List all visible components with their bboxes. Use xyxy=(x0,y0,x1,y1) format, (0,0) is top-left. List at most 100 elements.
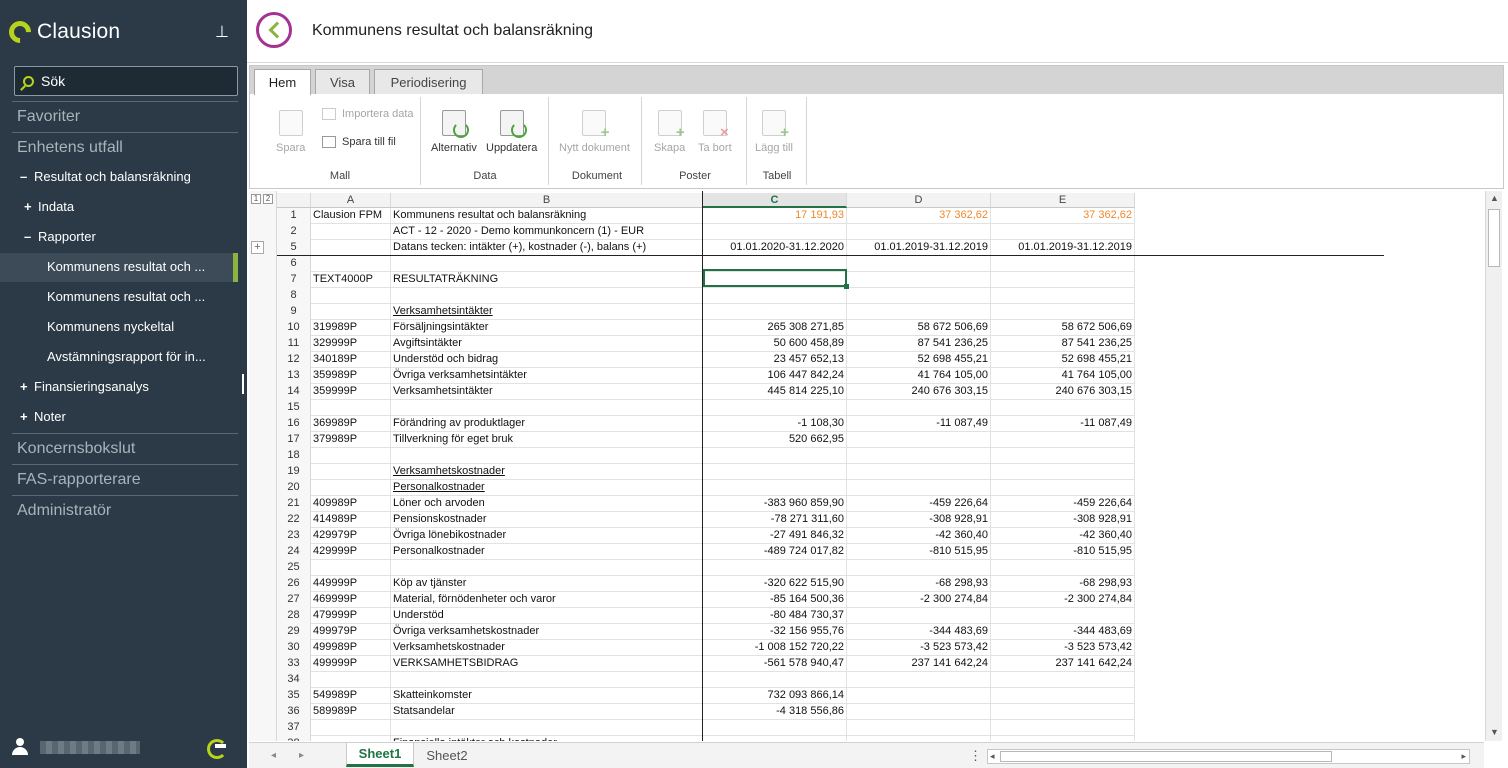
cell-e[interactable] xyxy=(991,704,1135,720)
sidebar-item-resultat[interactable]: – Resultat och balansräkning xyxy=(20,169,191,184)
cell-a[interactable]: TEXT4000P xyxy=(311,272,391,288)
cell-a[interactable] xyxy=(311,304,391,320)
cell-a[interactable]: 319989P xyxy=(311,320,391,336)
row-header[interactable]: 6 xyxy=(277,256,311,272)
column-header-d[interactable]: D xyxy=(847,193,991,208)
cell-c[interactable]: -32 156 955,76 xyxy=(703,624,847,640)
sheet-tab-sheet2[interactable]: Sheet2 xyxy=(414,743,480,767)
cell-b[interactable]: Tillverkning för eget bruk xyxy=(391,432,703,448)
cell-e[interactable] xyxy=(991,432,1135,448)
row-header[interactable]: 15 xyxy=(277,400,311,416)
cell-b[interactable]: Övriga verksamhetsintäkter xyxy=(391,368,703,384)
cell-e[interactable]: 240 676 303,15 xyxy=(991,384,1135,400)
cell-d[interactable]: -42 360,40 xyxy=(847,528,991,544)
ta-bort-button[interactable]: Ta bort xyxy=(698,110,732,154)
cell-d[interactable] xyxy=(847,704,991,720)
cell-d[interactable]: 41 764 105,00 xyxy=(847,368,991,384)
row-header[interactable]: 16 xyxy=(277,416,311,432)
cell-e[interactable] xyxy=(991,256,1135,272)
row-header[interactable]: 7 xyxy=(277,272,311,288)
cell-d[interactable] xyxy=(847,224,991,240)
cell-e[interactable]: 87 541 236,25 xyxy=(991,336,1135,352)
vertical-scroll-thumb[interactable] xyxy=(1488,209,1500,267)
column-header-e[interactable]: E xyxy=(991,193,1135,208)
cell-a[interactable]: 429999P xyxy=(311,544,391,560)
cell-c[interactable]: -1 108,30 xyxy=(703,416,847,432)
cell-c[interactable]: 23 457 652,13 xyxy=(703,352,847,368)
cell-a[interactable] xyxy=(311,224,391,240)
cell-b[interactable]: Försäljningsintäkter xyxy=(391,320,703,336)
cell-b[interactable]: Datans tecken: intäkter (+), kostnader (… xyxy=(391,240,703,256)
sidebar-item-indata[interactable]: + Indata xyxy=(24,199,74,214)
cell-b[interactable]: Kommunens resultat och balansräkning xyxy=(391,208,703,224)
cell-c[interactable]: -27 491 846,32 xyxy=(703,528,847,544)
cell-b[interactable]: Personalkostnader xyxy=(391,480,703,496)
cell-e[interactable]: 41 764 105,00 xyxy=(991,368,1135,384)
cell-c[interactable] xyxy=(703,400,847,416)
cell-d[interactable] xyxy=(847,448,991,464)
cell-b[interactable]: Finansiella intäkter och kostnader xyxy=(391,736,703,741)
row-header[interactable]: 36 xyxy=(277,704,311,720)
cell-d[interactable]: -11 087,49 xyxy=(847,416,991,432)
cell-b[interactable]: Material, förnödenheter och varor xyxy=(391,592,703,608)
more-options-icon[interactable]: ⋮ xyxy=(969,748,982,764)
cell-a[interactable]: 329999P xyxy=(311,336,391,352)
tab-hem[interactable]: Hem xyxy=(254,69,311,95)
cell-e[interactable] xyxy=(991,464,1135,480)
cell-a[interactable]: 479999P xyxy=(311,608,391,624)
cell-c[interactable]: -1 008 152 720,22 xyxy=(703,640,847,656)
cell-e[interactable]: -344 483,69 xyxy=(991,624,1135,640)
cell-b[interactable]: Skatteinkomster xyxy=(391,688,703,704)
sheet-tab-sheet1[interactable]: Sheet1 xyxy=(346,743,414,767)
row-header[interactable]: 2 xyxy=(277,224,311,240)
cell-b[interactable]: Köp av tjänster xyxy=(391,576,703,592)
scroll-down-icon[interactable]: ▼ xyxy=(1490,727,1499,737)
cell-c[interactable] xyxy=(703,560,847,576)
cell-c[interactable]: 445 814 225,10 xyxy=(703,384,847,400)
cell-b[interactable]: Statsandelar xyxy=(391,704,703,720)
cell-c[interactable]: -561 578 940,47 xyxy=(703,656,847,672)
cell-b[interactable]: Övriga verksamhetskostnader xyxy=(391,624,703,640)
cell-c[interactable]: 50 600 458,89 xyxy=(703,336,847,352)
spreadsheet-grid[interactable]: 1 2 + A B C D E 1 Clausion FPM Kommunens r… xyxy=(249,191,1484,741)
sidebar-item-rapporter[interactable]: – Rapporter xyxy=(24,229,96,244)
select-all-corner[interactable] xyxy=(277,193,311,208)
cell-d[interactable] xyxy=(847,688,991,704)
cell-a[interactable] xyxy=(311,464,391,480)
cell-a[interactable]: 409989P xyxy=(311,496,391,512)
cell-d[interactable]: -2 300 274,84 xyxy=(847,592,991,608)
cell-b[interactable]: Verksamhetsintäkter xyxy=(391,384,703,400)
cell-d[interactable]: 240 676 303,15 xyxy=(847,384,991,400)
row-header[interactable]: 34 xyxy=(277,672,311,688)
cell-a[interactable] xyxy=(311,480,391,496)
cell-a[interactable]: 359999P xyxy=(311,384,391,400)
cell-b[interactable]: Övriga lönebikostnader xyxy=(391,528,703,544)
cell-d[interactable] xyxy=(847,736,991,741)
nytt-dokument-button[interactable]: Nytt dokument xyxy=(559,110,630,154)
sheet-next-icon[interactable]: ▸ xyxy=(299,750,304,761)
logout-icon[interactable] xyxy=(207,737,227,759)
spara-button[interactable]: Spara xyxy=(276,110,305,154)
cell-a[interactable]: 340189P xyxy=(311,352,391,368)
cell-a[interactable] xyxy=(311,288,391,304)
cell-c[interactable] xyxy=(703,224,847,240)
cell-c[interactable]: -78 271 311,60 xyxy=(703,512,847,528)
row-header[interactable]: 17 xyxy=(277,432,311,448)
row-header[interactable]: 28 xyxy=(277,608,311,624)
cell-b[interactable]: Löner och arvoden xyxy=(391,496,703,512)
cell-e[interactable] xyxy=(991,688,1135,704)
cell-a[interactable]: 589989P xyxy=(311,704,391,720)
cell-b[interactable]: Avgiftsintäkter xyxy=(391,336,703,352)
nav-section-enhetens-utfall[interactable]: Enhetens utfall xyxy=(17,139,123,157)
cell-c[interactable] xyxy=(703,448,847,464)
cell-d[interactable] xyxy=(847,720,991,736)
cell-c[interactable]: 732 093 866,14 xyxy=(703,688,847,704)
column-header-c[interactable]: C xyxy=(703,193,847,208)
outline-level-2-button[interactable]: 2 xyxy=(263,194,273,204)
sidebar-scrollbar[interactable] xyxy=(242,374,244,394)
cell-e[interactable]: -810 515,95 xyxy=(991,544,1135,560)
row-header[interactable]: 33 xyxy=(277,656,311,672)
cell-e[interactable] xyxy=(991,608,1135,624)
cell-e[interactable] xyxy=(991,720,1135,736)
cell-c[interactable]: 106 447 842,24 xyxy=(703,368,847,384)
